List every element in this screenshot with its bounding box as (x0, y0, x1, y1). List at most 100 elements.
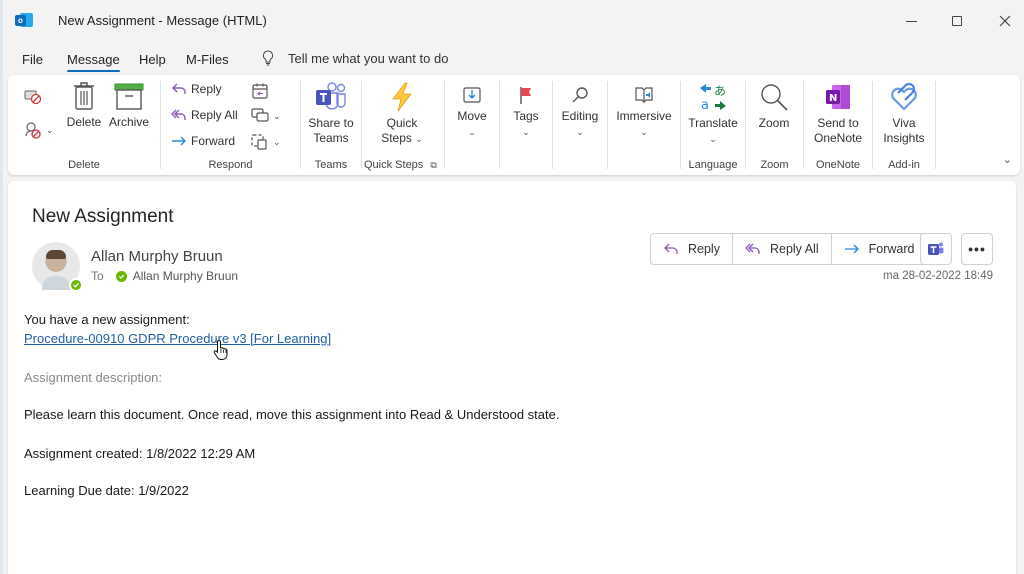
chevron-down-icon: ⌄ (576, 127, 584, 137)
immersive-reader-icon (635, 87, 653, 104)
close-icon (999, 15, 1011, 27)
hand-cursor-icon (213, 339, 228, 360)
move-button[interactable]: Move ⌄ (449, 85, 495, 140)
delete-button[interactable]: Delete (64, 81, 104, 130)
tell-me-search[interactable]: Tell me what you want to do (262, 50, 448, 66)
share-to-teams-button[interactable]: Share to Teams (303, 82, 359, 146)
reply-all-icon (171, 109, 186, 120)
ribbon-expand-chevron-icon[interactable]: ⌄ (1003, 153, 1012, 166)
tab-file[interactable]: File (22, 52, 43, 67)
close-button[interactable] (990, 8, 1020, 34)
ribbon-group-editing: Editing ⌄ (553, 75, 607, 175)
ribbon-group-onenote: N Send to OneNote OneNote (804, 75, 872, 175)
tell-me-label: Tell me what you want to do (288, 50, 449, 66)
message-subject: New Assignment (32, 206, 174, 227)
assignment-link[interactable]: Procedure-00910 GDPR Procedure v3 [For L… (24, 331, 331, 346)
archive-button[interactable]: Archive (108, 81, 150, 130)
group-label-respond: Respond (208, 159, 253, 171)
magnifier-icon (761, 84, 788, 111)
svg-text:あ: あ (714, 84, 726, 98)
more-respond-icon (251, 134, 267, 150)
group-label-quick-steps: Quick Steps ⧉ (364, 159, 437, 171)
description-label: Assignment description: (24, 370, 163, 385)
flag-icon (520, 87, 531, 104)
ribbon: ⌄ Delete Archive Delete Reply Reply All … (8, 75, 1020, 175)
chevron-down-icon: ⌄ (709, 134, 717, 144)
group-label-language: Language (688, 159, 738, 171)
tags-button[interactable]: Tags ⌄ (504, 85, 548, 140)
translate-icon: あa (700, 84, 726, 112)
forward-icon (844, 244, 859, 254)
more-icon: ••• (968, 241, 986, 257)
group-label-zoom: Zoom (760, 159, 789, 171)
chevron-down-icon: ⌄ (415, 134, 423, 144)
ribbon-group-addin: Viva Insights Add-in (873, 75, 935, 175)
move-folder-icon (463, 87, 481, 103)
teams-icon (928, 242, 944, 255)
immersive-reader-button[interactable]: Immersive ⌄ (610, 85, 678, 140)
reply-icon (664, 243, 678, 254)
minimize-button[interactable] (896, 8, 926, 34)
ribbon-group-quick-steps: Quick Steps ⌄ Quick Steps ⧉ (362, 75, 444, 175)
more-actions-button[interactable]: ••• (961, 233, 993, 265)
body-intro: You have a new assignment: (24, 312, 190, 327)
chevron-down-icon: ⌄ (522, 127, 530, 137)
chevron-down-icon: ⌄ (468, 127, 476, 137)
tab-help[interactable]: Help (139, 52, 166, 67)
viva-insights-button[interactable]: Viva Insights (876, 82, 932, 146)
sender-name[interactable]: Allan Murphy Bruun (91, 248, 223, 265)
ignore-button[interactable] (24, 89, 42, 105)
translate-button[interactable]: あa Translate ⌄ (683, 82, 743, 147)
group-label-onenote: OneNote (815, 159, 861, 171)
message-date: ma 28-02-2022 18:49 (883, 270, 993, 282)
archive-icon (114, 83, 144, 110)
menu-bar: File Message Help M-Files Tell me what y… (0, 46, 1024, 74)
search-icon (572, 87, 588, 103)
meeting-reply-button[interactable] (251, 82, 269, 100)
junk-button[interactable]: ⌄ (24, 121, 54, 139)
editing-button[interactable]: Editing ⌄ (555, 85, 605, 140)
to-label: To (91, 269, 104, 283)
more-respond-button[interactable]: ⌄ (251, 134, 281, 150)
svg-text:N: N (829, 93, 837, 104)
ribbon-group-tags: Tags ⌄ (500, 75, 552, 175)
im-reply-button[interactable]: ⌄ (251, 108, 281, 124)
message-pane: New Assignment Allan Murphy Bruun To All… (8, 181, 1016, 574)
chevron-down-icon: ⌄ (273, 136, 281, 147)
chevron-down-icon: ⌄ (640, 127, 648, 137)
forward-button[interactable]: Forward (830, 234, 927, 264)
ignore-icon (24, 90, 42, 105)
ribbon-reply-button[interactable]: Reply (171, 82, 222, 96)
reply-icon (172, 83, 186, 94)
sender-avatar[interactable] (32, 242, 83, 292)
chat-icon (251, 108, 269, 122)
viva-insights-icon (891, 82, 917, 111)
lightbulb-icon (262, 50, 274, 66)
reply-button[interactable]: Reply (651, 234, 732, 264)
ribbon-group-immersive: Immersive ⌄ (608, 75, 680, 175)
group-label-addin: Add-in (888, 159, 920, 171)
ribbon-group-zoom: Zoom Zoom (746, 75, 803, 175)
send-to-onenote-button[interactable]: N Send to OneNote (806, 82, 870, 146)
dialog-launcher-icon[interactable]: ⧉ (430, 160, 436, 170)
teams-chat-button[interactable] (920, 233, 952, 265)
junk-icon (25, 122, 41, 139)
maximize-button[interactable] (942, 8, 972, 34)
group-label-delete: Delete (68, 159, 100, 171)
tab-message[interactable]: Message (67, 52, 120, 72)
ribbon-reply-all-button[interactable]: Reply All (171, 108, 238, 122)
quick-steps-button[interactable]: Quick Steps ⌄ (372, 82, 432, 147)
tab-m-files[interactable]: M-Files (186, 52, 229, 67)
ribbon-group-delete: ⌄ Delete Archive Delete (8, 75, 160, 175)
teams-icon (316, 82, 346, 110)
recipient-line: To Allan Murphy Bruun (91, 269, 238, 283)
reply-all-button[interactable]: Reply All (731, 234, 831, 264)
learning-due-date: Learning Due date: 1/9/2022 (24, 483, 189, 498)
calendar-reply-icon (252, 83, 268, 99)
presence-available-icon (69, 278, 83, 292)
group-label-teams: Teams (314, 159, 348, 171)
recipient-name[interactable]: Allan Murphy Bruun (133, 269, 238, 283)
zoom-button[interactable]: Zoom (749, 82, 799, 131)
window-border (0, 0, 3, 574)
ribbon-forward-button[interactable]: Forward (171, 134, 235, 148)
